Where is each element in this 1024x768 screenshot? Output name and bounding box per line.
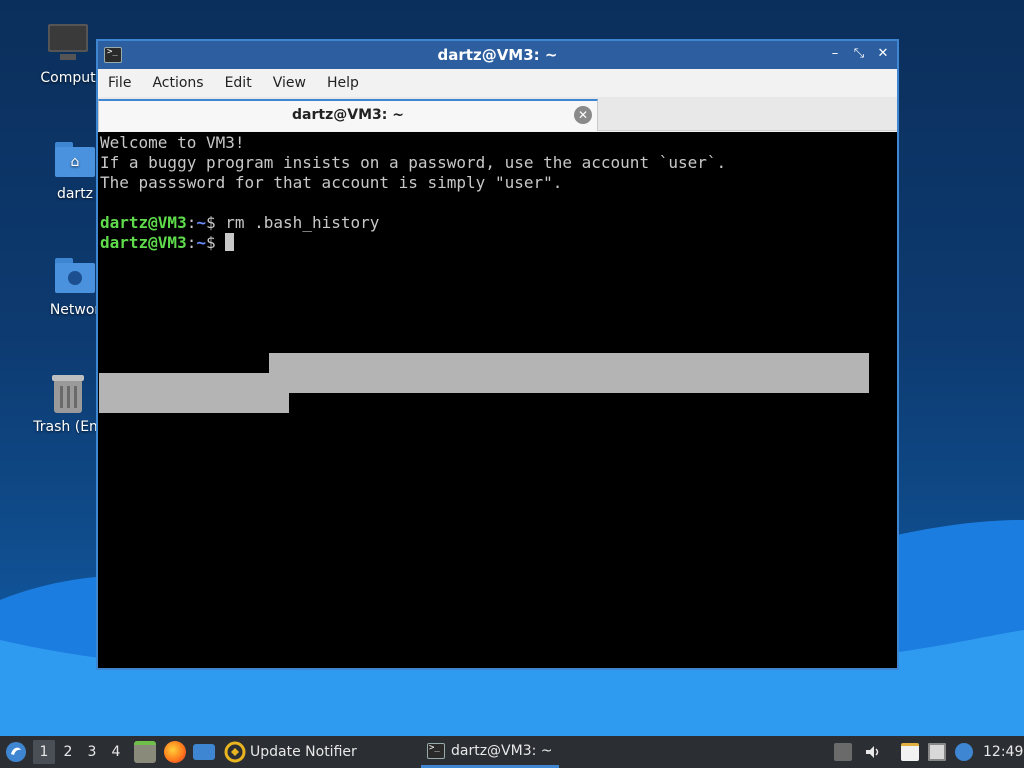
quicklaunch-files[interactable] [134, 736, 156, 768]
quicklaunch-desktop[interactable] [193, 736, 215, 768]
tray-arrow-icon [834, 743, 852, 761]
network-icon [928, 743, 946, 761]
prompt-symbol: $ [205, 233, 226, 252]
terminal-prompt-line: dartz@VM3:~$ rm .bash_history [100, 213, 897, 233]
clipboard-icon [901, 743, 919, 761]
prompt-separator: : [186, 233, 197, 252]
tab-label: dartz@VM3: ~ [292, 107, 404, 123]
prompt-path: ~ [196, 233, 206, 252]
terminal-line: The passsword for that account is simply… [100, 173, 563, 192]
tab-terminal[interactable]: dartz@VM3: ~ ✕ [98, 99, 598, 131]
tray-network[interactable] [928, 736, 946, 768]
taskbar: 1 2 3 4 Update Notifier >_ dartz@VM3: ~ [0, 736, 1024, 768]
menubar: File Actions Edit View Help [98, 69, 897, 97]
minimize-button[interactable]: – [827, 45, 843, 63]
clock-time: 12:49 [983, 744, 1024, 760]
close-button[interactable]: ✕ [875, 45, 891, 63]
menu-help[interactable]: Help [327, 75, 359, 91]
tab-close-icon[interactable]: ✕ [574, 106, 592, 124]
maximize-button[interactable]: ⤡ [851, 45, 867, 63]
redaction-block [269, 353, 869, 393]
prompt-symbol: $ [205, 213, 226, 232]
menu-file[interactable]: File [108, 75, 131, 91]
task-terminal[interactable]: >_ dartz@VM3: ~ [421, 736, 559, 768]
command-text: rm .bash_history [225, 213, 380, 232]
tab-bar: dartz@VM3: ~ ✕ [98, 97, 897, 131]
tray-notifications[interactable] [955, 736, 973, 768]
trash-icon [46, 371, 90, 415]
terminal-prompt-line: dartz@VM3:~$ [100, 233, 897, 253]
prompt-path: ~ [196, 213, 206, 232]
prompt-separator: : [186, 213, 197, 232]
menu-view[interactable]: View [273, 75, 306, 91]
update-notifier-icon [224, 741, 246, 763]
task-label: dartz@VM3: ~ [451, 742, 553, 759]
menu-edit[interactable]: Edit [225, 75, 252, 91]
terminal-line: If a buggy program insists on a password… [100, 153, 727, 172]
redaction-block [99, 373, 289, 413]
workspace-3[interactable]: 3 [81, 740, 103, 764]
tray-updates[interactable] [834, 736, 852, 768]
network-folder-icon [53, 254, 97, 298]
task-update-notifier[interactable]: Update Notifier [224, 736, 357, 768]
home-folder-icon: ⌂ [53, 138, 97, 182]
start-menu-button[interactable] [5, 736, 27, 768]
terminal-window: dartz@VM3: ~ – ⤡ ✕ File Actions Edit Vie… [96, 39, 899, 670]
workspace-1[interactable]: 1 [33, 740, 55, 764]
text-cursor [225, 233, 235, 251]
terminal-line: Welcome to VM3! [100, 133, 245, 152]
volume-icon [866, 746, 879, 758]
prompt-user: dartz@VM3 [100, 233, 187, 252]
task-label: Update Notifier [250, 744, 357, 760]
file-manager-icon [134, 741, 156, 763]
terminal-icon: >_ [427, 742, 445, 759]
terminal-output[interactable]: Welcome to VM3! If a buggy program insis… [98, 132, 897, 668]
menu-actions[interactable]: Actions [152, 75, 203, 91]
tray-clipboard[interactable] [901, 736, 919, 768]
workspace-4[interactable]: 4 [105, 740, 127, 764]
firefox-icon [164, 741, 186, 763]
clock[interactable]: 12:49 [983, 736, 1023, 768]
quicklaunch-firefox[interactable] [164, 736, 186, 768]
window-titlebar[interactable]: dartz@VM3: ~ – ⤡ ✕ [98, 41, 897, 69]
notification-icon [955, 743, 973, 761]
window-title: dartz@VM3: ~ [437, 46, 558, 64]
prompt-user: dartz@VM3 [100, 213, 187, 232]
tray-volume[interactable] [864, 736, 882, 768]
workspace-2[interactable]: 2 [57, 740, 79, 764]
computer-icon [46, 22, 90, 66]
lubuntu-logo-icon [6, 742, 26, 762]
show-desktop-icon [193, 744, 215, 760]
